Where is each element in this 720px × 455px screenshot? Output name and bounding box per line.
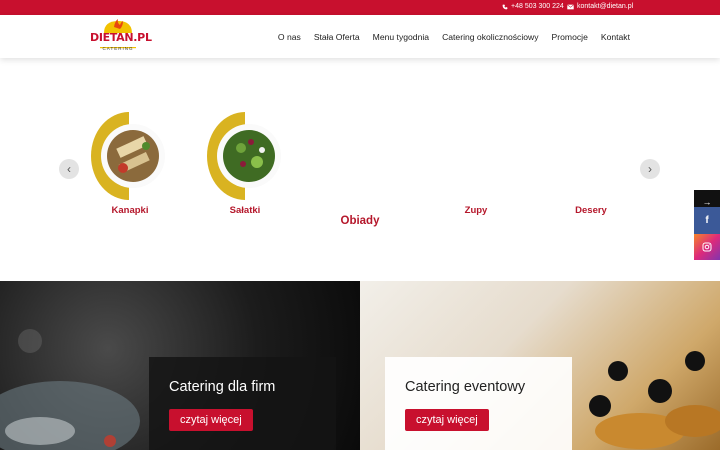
- category-salatki[interactable]: Sałatki: [205, 205, 285, 216]
- phone-contact[interactable]: +48 503 300 224: [502, 3, 564, 10]
- email-contact[interactable]: kontakt@dietan.pl: [567, 3, 633, 10]
- nav-item-o-nas[interactable]: O nas: [278, 32, 301, 42]
- site-logo[interactable]: DIETAN.PL CATERING: [90, 17, 152, 57]
- card-title: Catering dla firm: [169, 379, 276, 395]
- email-address: kontakt@dietan.pl: [577, 3, 634, 10]
- arrow-right-icon: →: [702, 196, 712, 207]
- chevron-left-icon: ‹: [67, 162, 71, 176]
- nav-item-kontakt[interactable]: Kontakt: [601, 32, 630, 42]
- instagram-link[interactable]: [694, 234, 720, 260]
- read-more-button[interactable]: czytaj więcej: [405, 409, 489, 431]
- carousel-prev-button[interactable]: ‹: [59, 159, 79, 179]
- nav-item-promocje[interactable]: Promocje: [552, 32, 588, 42]
- category-carousel: ‹ › Kanapki Sałatki Obiady Zupy Desery: [0, 58, 720, 281]
- top-bar: +48 503 300 224 kontakt@dietan.pl: [0, 0, 720, 15]
- sandwich-image[interactable]: [91, 112, 167, 200]
- category-kanapki[interactable]: Kanapki: [90, 205, 170, 216]
- nav-item-stala-oferta[interactable]: Stała Oferta: [314, 32, 360, 42]
- carousel-next-button[interactable]: ›: [640, 159, 660, 179]
- nav-item-catering-okolicznosciowy[interactable]: Catering okolicznościowy: [442, 32, 538, 42]
- salad-image[interactable]: [207, 112, 283, 200]
- category-obiady[interactable]: Obiady: [320, 215, 400, 227]
- main-nav: O nas Stała Oferta Menu tygodnia Caterin…: [278, 15, 630, 58]
- nav-item-menu-tygodnia[interactable]: Menu tygodnia: [373, 32, 429, 42]
- category-zupy[interactable]: Zupy: [436, 205, 516, 216]
- facebook-icon: f: [705, 215, 709, 226]
- site-header: DIETAN.PL CATERING O nas Stała Oferta Me…: [0, 15, 720, 58]
- card-title: Catering eventowy: [405, 379, 526, 395]
- logo-text: DIETAN.PL: [90, 31, 152, 44]
- chevron-right-icon: ›: [648, 162, 652, 176]
- logo-subtitle: CATERING: [102, 46, 134, 51]
- phone-number: +48 503 300 224: [511, 3, 564, 10]
- mail-icon: [567, 3, 574, 9]
- facebook-link[interactable]: f: [694, 207, 720, 234]
- card-catering-event: Catering eventowy czytaj więcej: [385, 357, 572, 450]
- category-desery[interactable]: Desery: [551, 205, 631, 216]
- instagram-icon: [702, 242, 712, 252]
- phone-icon: [502, 4, 508, 9]
- read-more-button[interactable]: czytaj więcej: [169, 409, 253, 431]
- card-catering-firm: Catering dla firm czytaj więcej: [149, 357, 336, 450]
